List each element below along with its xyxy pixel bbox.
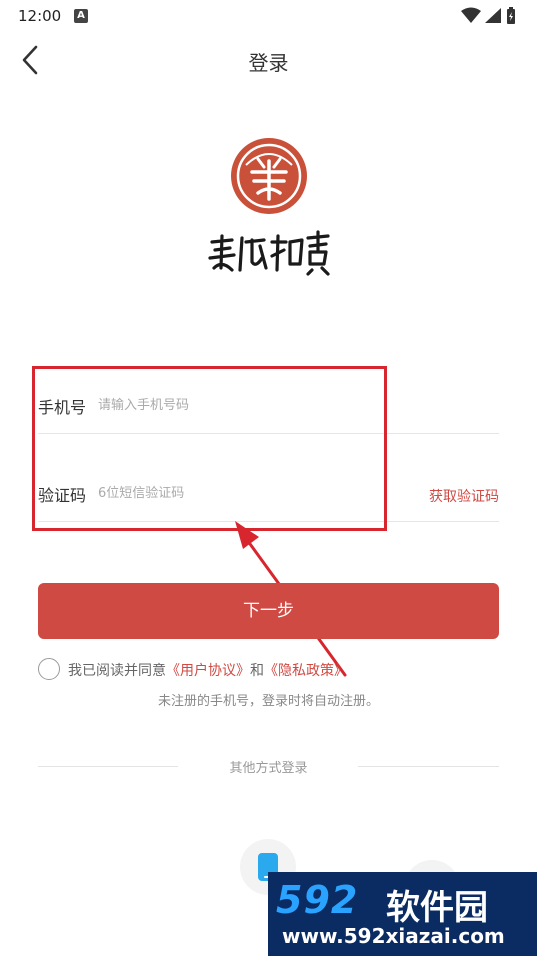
phone-label: 手机号	[38, 398, 87, 417]
agreement-text: 我已阅读并同意《用户协议》和《隐私政策》	[68, 660, 348, 680]
agreement-and: 和	[250, 663, 264, 679]
watermark-name: 软件园	[386, 888, 488, 928]
code-label: 验证码	[38, 486, 87, 505]
notification-badge: A	[74, 9, 88, 23]
get-code-button[interactable]: 获取验证码	[429, 486, 499, 506]
privacy-policy-link[interactable]: 《隐私政策》	[264, 663, 348, 679]
divider-line-right	[358, 766, 499, 767]
other-login-divider: 其他方式登录	[0, 757, 537, 777]
signal-icon	[485, 8, 501, 23]
verification-code-input[interactable]	[98, 480, 398, 506]
agreement-row: 我已阅读并同意《用户协议》和《隐私政策》	[38, 658, 499, 682]
site-watermark: 592 软件园 www.592xiazai.com	[268, 872, 537, 956]
code-row: 验证码 获取验证码	[38, 466, 499, 522]
watermark-url: www.592xiazai.com	[282, 924, 505, 948]
page-title: 登录	[248, 51, 289, 75]
user-agreement-link[interactable]: 《用户协议》	[166, 663, 250, 679]
wifi-icon	[461, 7, 481, 23]
status-bar: 12:00 A	[0, 0, 537, 32]
agreement-prefix: 我已阅读并同意	[68, 663, 166, 679]
auto-register-notice: 未注册的手机号，登录时将自动注册。	[157, 694, 379, 709]
brand-calligraphy-logo	[208, 230, 330, 276]
agreement-checkbox[interactable]	[38, 658, 60, 680]
status-icons	[461, 7, 515, 24]
brand-seal-logo	[231, 138, 307, 214]
phone-row: 手机号	[38, 378, 499, 434]
phone-input[interactable]	[98, 392, 398, 418]
next-step-button[interactable]: 下一步	[38, 583, 499, 639]
watermark-logo: 592	[276, 878, 359, 922]
status-time: 12:00	[18, 7, 62, 25]
battery-icon	[507, 7, 515, 24]
